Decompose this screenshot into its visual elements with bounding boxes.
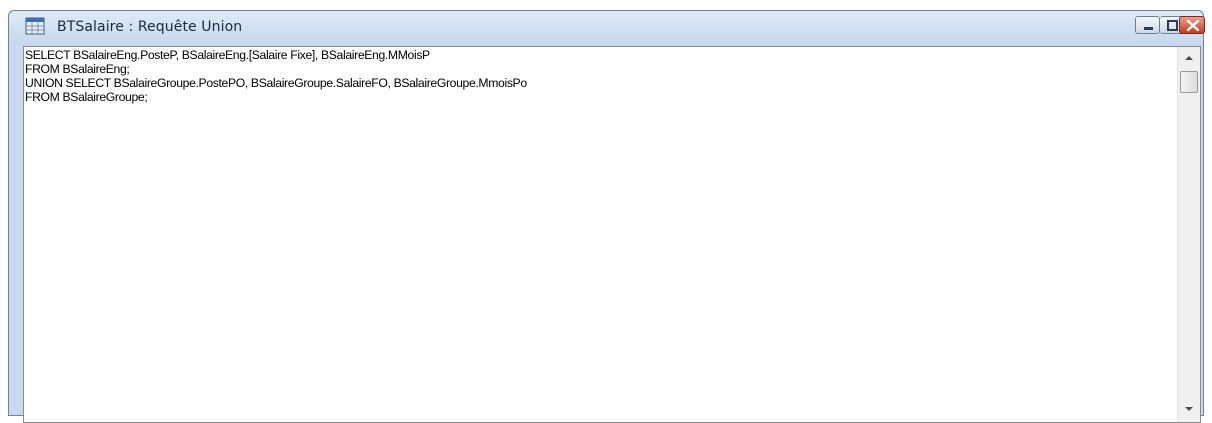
query-window: BTSalaire : Requête Union SELECT BSalair… [8, 10, 1205, 423]
scroll-up-button[interactable] [1178, 49, 1200, 67]
close-icon [1186, 19, 1200, 32]
minimize-icon [1144, 27, 1153, 30]
sql-line: FROM BSalaireEng; [25, 62, 130, 76]
vertical-scrollbar[interactable] [1177, 47, 1200, 422]
window-title: BTSalaire : Requête Union [57, 19, 243, 35]
scroll-down-icon [1185, 407, 1193, 411]
minimize-button[interactable] [1135, 16, 1160, 34]
scroll-thumb[interactable] [1180, 71, 1198, 93]
scroll-down-button[interactable] [1178, 400, 1200, 418]
query-grid-icon [25, 17, 45, 35]
sql-editor[interactable]: SELECT BSalaireEng.PosteP, BSalaireEng.[… [23, 46, 1201, 423]
scroll-up-icon [1185, 56, 1193, 60]
close-button[interactable] [1179, 16, 1205, 34]
sql-text[interactable]: SELECT BSalaireEng.PosteP, BSalaireEng.[… [25, 48, 527, 104]
sql-line: UNION SELECT BSalaireGroupe.PostePO, BSa… [25, 76, 527, 90]
title-bar[interactable]: BTSalaire : Requête Union [9, 11, 1205, 43]
sql-line: SELECT BSalaireEng.PosteP, BSalaireEng.[… [25, 48, 430, 62]
sql-line: FROM BSalaireGroupe; [25, 90, 148, 104]
